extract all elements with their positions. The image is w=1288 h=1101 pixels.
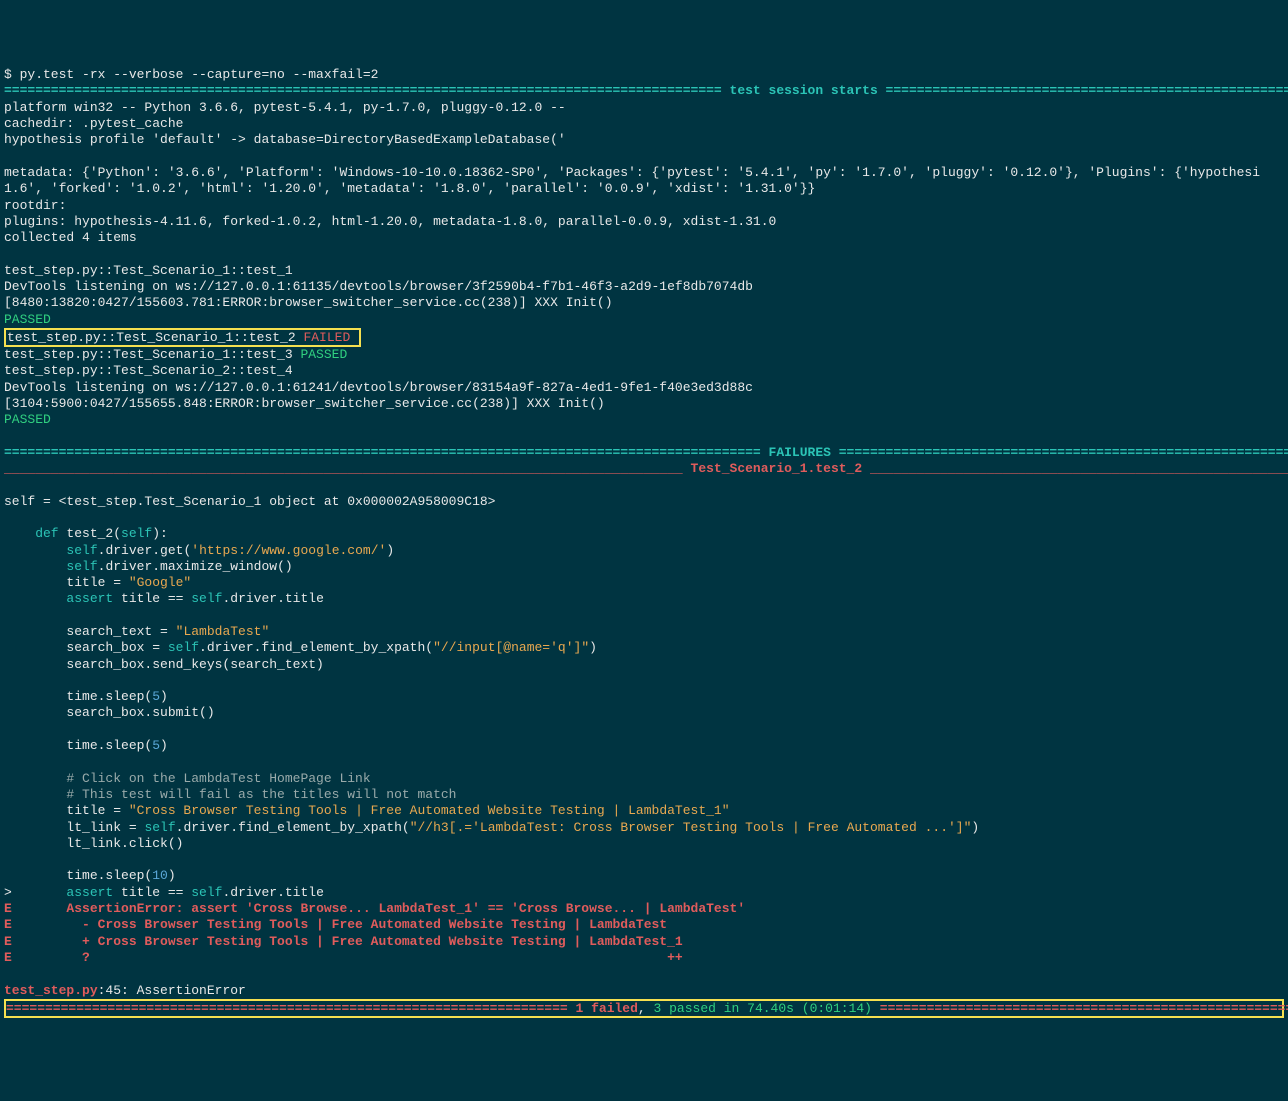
test-4-name: test_step.py::Test_Scenario_2::test_4	[4, 363, 293, 378]
rootdir-line: rootdir:	[4, 198, 66, 213]
failure-title-line: ________________________________________…	[4, 461, 1288, 476]
command-line: $ py.test -rx --verbose --capture=no --m…	[4, 67, 378, 82]
summary-failed: 1 failed	[576, 1001, 638, 1016]
hypothesis-line: hypothesis profile 'default' -> database…	[4, 132, 566, 147]
error-log-2: [3104:5900:0427/155655.848:ERROR:browser…	[4, 396, 605, 411]
file-location: test_step.py	[4, 983, 98, 998]
collected-line: collected 4 items	[4, 230, 137, 245]
self-repr: self = <test_step.Test_Scenario_1 object…	[4, 494, 495, 509]
metadata-line-1: metadata: {'Python': '3.6.6', 'Platform'…	[4, 165, 1260, 180]
devtools-log-1: DevTools listening on ws://127.0.0.1:611…	[4, 279, 753, 294]
test-3-name: test_step.py::Test_Scenario_1::test_3	[4, 347, 300, 362]
summary-passed: 3 passed	[654, 1001, 716, 1016]
metadata-line-2: 1.6', 'forked': '1.0.2', 'html': '1.20.0…	[4, 181, 815, 196]
cachedir-line: cachedir: .pytest_cache	[4, 116, 183, 131]
platform-line: platform win32 -- Python 3.6.6, pytest-5…	[4, 100, 566, 115]
devtools-log-2: DevTools listening on ws://127.0.0.1:612…	[4, 380, 753, 395]
test-2-name: test_step.py::Test_Scenario_1::test_2	[7, 330, 303, 345]
error-log-1: [8480:13820:0427/155603.781:ERROR:browse…	[4, 295, 613, 310]
failures-header: ========================================…	[4, 445, 1288, 460]
test-1-passed: PASSED	[4, 312, 51, 327]
test-4-passed: PASSED	[4, 412, 51, 427]
test-3-passed: PASSED	[300, 347, 347, 362]
plugins-line: plugins: hypothesis-4.11.6, forked-1.0.2…	[4, 214, 776, 229]
test-2-highlight: test_step.py::Test_Scenario_1::test_2 FA…	[4, 328, 361, 347]
session-header: ========================================…	[4, 83, 1288, 98]
test-1-name: test_step.py::Test_Scenario_1::test_1	[4, 263, 293, 278]
terminal-output: $ py.test -rx --verbose --capture=no --m…	[4, 67, 1284, 1018]
test-2-failed: FAILED	[303, 330, 350, 345]
summary-highlight: ========================================…	[4, 999, 1284, 1018]
